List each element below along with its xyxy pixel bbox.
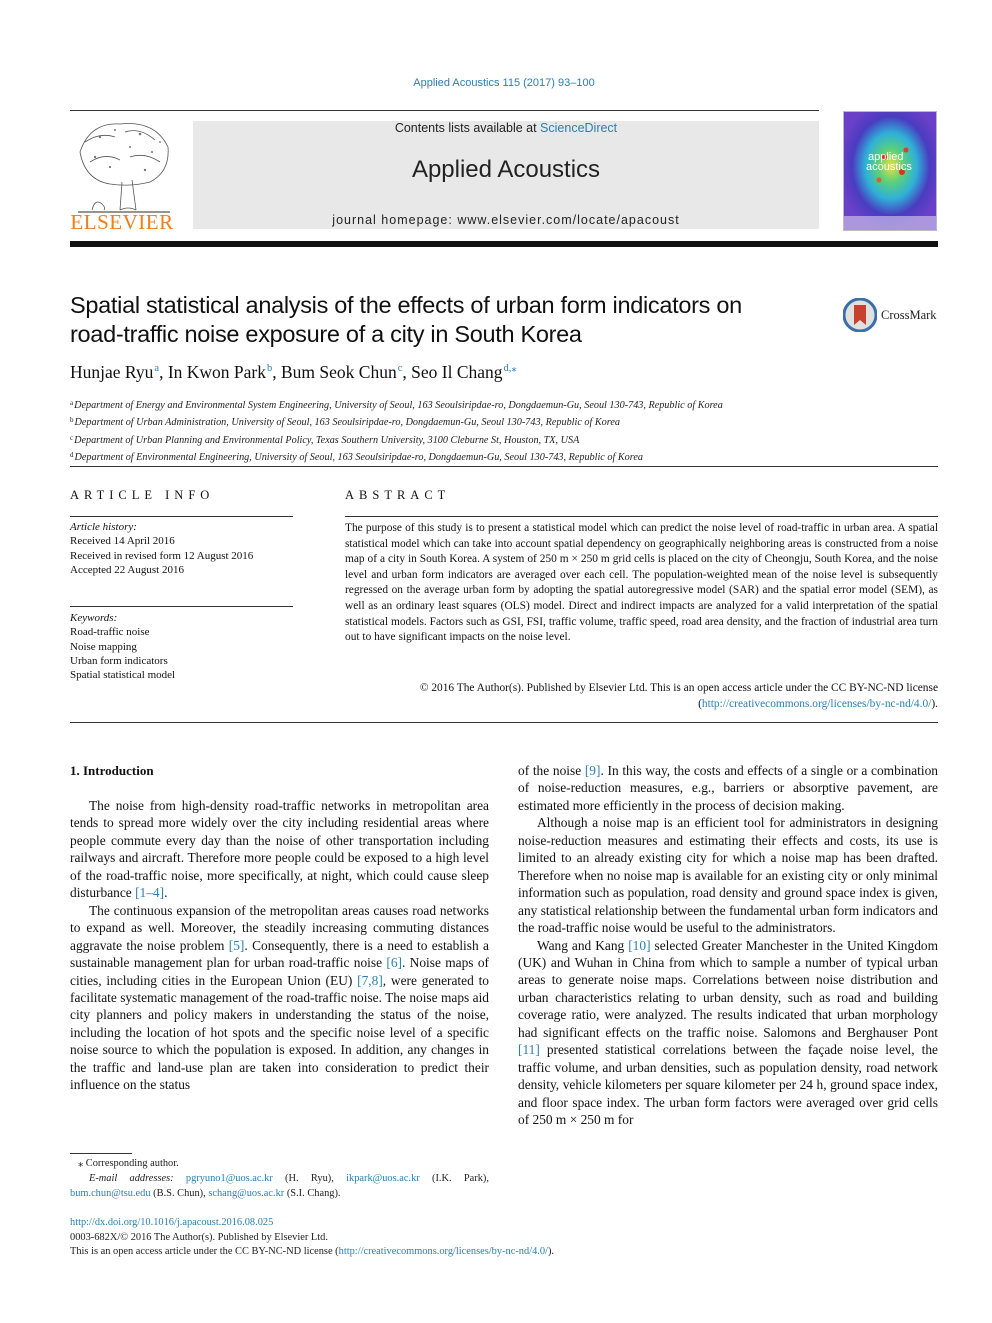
article-history: Article history: Received 14 April 2016 … [70, 520, 253, 577]
section-heading-introduction: 1. Introduction [70, 763, 154, 778]
affiliation: bDepartment of Urban Administration, Uni… [70, 416, 620, 429]
issn-line: 0003-682X/© 2016 The Author(s). Publishe… [70, 1231, 328, 1243]
citation-link[interactable]: [5] [229, 938, 245, 953]
keyword: Spatial statistical model [70, 669, 176, 682]
footer-license-link[interactable]: http://creativecommons.org/licenses/by-n… [339, 1246, 548, 1257]
paragraph: The noise from high-density road-traffic… [70, 798, 489, 901]
history-received: Received 14 April 2016 [70, 535, 175, 548]
cover-title-line2: acoustics [866, 161, 912, 173]
license-link[interactable]: http://creativecommons.org/licenses/by-n… [702, 698, 931, 710]
citation-link[interactable]: [10] [628, 938, 650, 953]
keywords: Keywords: Road-traffic noise Noise mappi… [70, 611, 175, 682]
crossmark-label: CrossMark [881, 308, 937, 322]
body-column-right: of the noise [9]. In this way, the costs… [518, 762, 938, 1129]
journal-cover-image: applied acoustics [843, 111, 937, 231]
sciencedirect-link[interactable]: ScienceDirect [540, 121, 617, 135]
title-line-1: Spatial statistical analysis of the effe… [70, 292, 742, 318]
citation-link[interactable]: [6] [386, 955, 402, 970]
body-column-left: The noise from high-density road-traffic… [70, 797, 489, 1094]
keyword: Road-traffic noise [70, 626, 150, 639]
section-rule [70, 466, 938, 467]
author[interactable]: Seo Il Changd,⁎ [411, 362, 517, 382]
history-label: Article history: [70, 521, 137, 533]
citation-link[interactable]: [11] [518, 1042, 540, 1057]
info-rule [70, 516, 293, 517]
abstract-heading: ABSTRACT [345, 488, 451, 502]
doi-link[interactable]: http://dx.doi.org/10.1016/j.apacoust.201… [70, 1216, 554, 1231]
history-revised: Received in revised form 12 August 2016 [70, 549, 254, 562]
footer-license: This is an open access article under the… [70, 1246, 555, 1257]
header-rule [70, 110, 819, 111]
citation-link[interactable]: [9] [585, 763, 601, 778]
affiliation: cDepartment of Urban Planning and Enviro… [70, 433, 580, 446]
history-accepted: Accepted 22 August 2016 [70, 563, 184, 576]
cover-art-icon: applied acoustics [844, 112, 936, 230]
journal-reference[interactable]: Applied Acoustics 115 (2017) 93–100 [0, 77, 992, 89]
author[interactable]: Hunjae Ryua [70, 362, 159, 382]
footnote-rule [70, 1153, 132, 1154]
affiliations: aDepartment of Energy and Environmental … [70, 396, 723, 466]
email-link[interactable]: ikpark@uos.ac.kr [346, 1173, 420, 1184]
contents-line: Contents lists available at ScienceDirec… [193, 121, 819, 135]
keyword: Urban form indicators [70, 654, 168, 667]
paragraph: Wang and Kang [10] selected Greater Manc… [518, 937, 938, 1128]
affiliation: dDepartment of Environmental Engineering… [70, 451, 643, 464]
affiliation: aDepartment of Energy and Environmental … [70, 399, 723, 411]
email-link[interactable]: bum.chun@tsu.edu [70, 1188, 151, 1199]
homepage-url[interactable]: www.elsevier.com/locate/apacoust [457, 213, 679, 227]
article-title: Spatial statistical analysis of the effe… [70, 291, 830, 349]
journal-homepage: journal homepage: www.elsevier.com/locat… [193, 213, 819, 227]
author[interactable]: Bum Seok Chunc [281, 362, 402, 382]
keyword: Noise mapping [70, 640, 137, 653]
citation-link[interactable]: [7,8] [357, 973, 383, 988]
info-rule [70, 606, 293, 607]
paragraph: of the noise [9]. In this way, the costs… [518, 763, 938, 813]
abstract-bottom-rule [70, 722, 938, 723]
author[interactable]: In Kwon Parkb [168, 362, 272, 382]
homepage-prefix: journal homepage: [332, 213, 458, 227]
keywords-label: Keywords: [70, 612, 118, 624]
email-link[interactable]: pgryuno1@uos.ac.kr [186, 1173, 273, 1184]
author-list: Hunjae Ryua, In Kwon Parkb, Bum Seok Chu… [70, 362, 517, 382]
abstract-text: The purpose of this study is to present … [345, 522, 938, 644]
paragraph: Although a noise map is an efficient too… [518, 815, 938, 936]
title-line-2: road-traffic noise exposure of a city in… [70, 321, 582, 347]
crossmark-icon [843, 298, 877, 332]
page-footer: http://dx.doi.org/10.1016/j.apacoust.201… [70, 1216, 554, 1260]
contents-prefix: Contents lists available at [394, 121, 541, 135]
abstract-copyright: © 2016 The Author(s). Published by Elsev… [419, 682, 938, 710]
email-link[interactable]: schang@uos.ac.kr [208, 1188, 284, 1199]
elsevier-wordmark: ELSEVIER [70, 210, 174, 234]
crossmark-button[interactable]: CrossMark [843, 298, 943, 332]
corresponding-note: ⁎ Corresponding author. [78, 1158, 179, 1169]
corresponding-author-footnote: ⁎ Corresponding author. E-mail addresses… [70, 1156, 489, 1201]
citation-link[interactable]: [1–4] [135, 885, 164, 900]
journal-name: Applied Acoustics [411, 156, 601, 183]
paragraph: The continuous expansion of the metropol… [70, 902, 489, 1093]
article-info-heading: ARTICLE INFO [70, 488, 215, 502]
abstract-rule [345, 516, 938, 517]
header-thick-rule [70, 241, 938, 247]
email-addresses: E-mail addresses: pgryuno1@uos.ac.kr (H.… [70, 1173, 489, 1199]
